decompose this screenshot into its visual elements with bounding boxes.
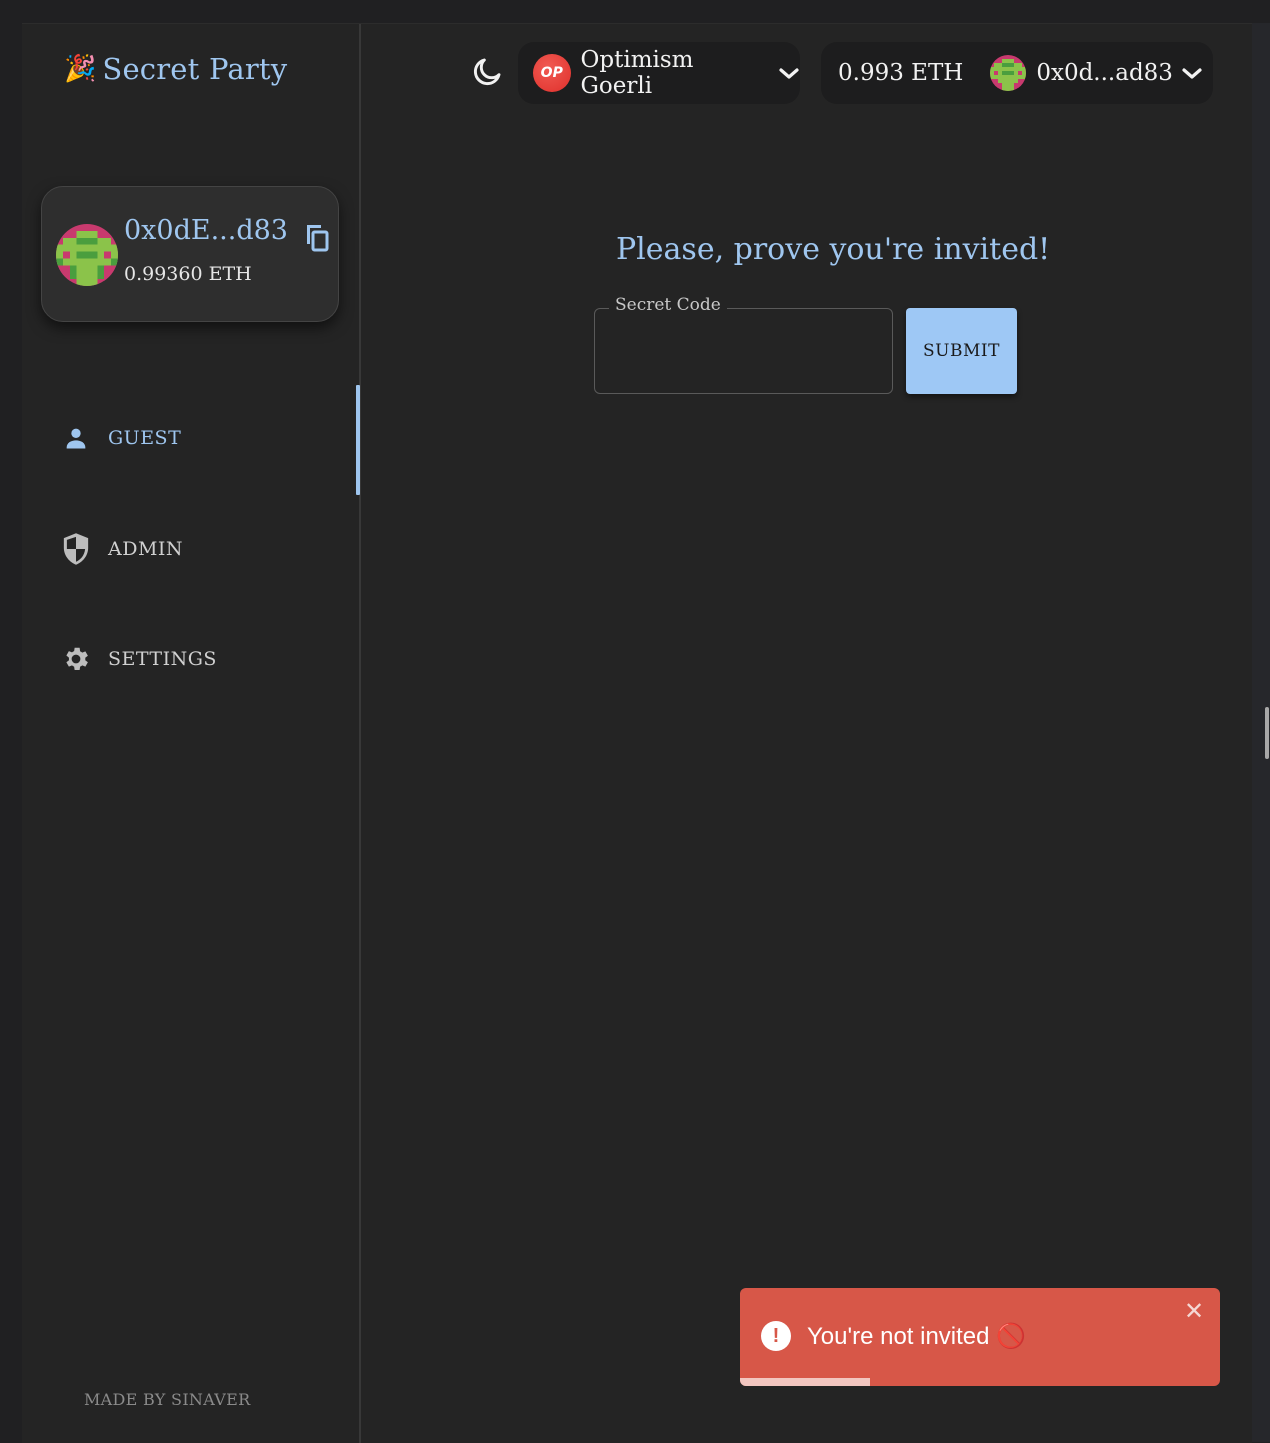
sidebar-item-label: ADMIN [108, 538, 184, 560]
account-avatar [56, 224, 118, 286]
shield-icon [60, 533, 92, 565]
toast-message: You're not invited 🚫 [807, 1323, 1027, 1350]
page-scrollbar[interactable] [1252, 23, 1270, 1442]
moon-icon [471, 56, 503, 92]
account-balance: 0.99360 ETH [124, 263, 252, 285]
scrollbar-thumb[interactable] [1265, 707, 1269, 759]
active-nav-indicator [356, 385, 360, 495]
error-icon: ! [761, 1321, 791, 1351]
sidebar-item-label: GUEST [108, 427, 182, 449]
theme-toggle-button[interactable] [470, 57, 504, 91]
wallet-balance: 0.993 ETH [838, 60, 964, 86]
optimism-logo-icon: OP [533, 54, 571, 92]
chevron-down-icon [1181, 66, 1203, 80]
party-popper-icon: 🎉 [64, 54, 97, 84]
account-address: 0x0dE...d83 [124, 215, 288, 246]
submit-button[interactable]: SUBMIT [906, 308, 1017, 394]
account-card: 0x0dE...d83 0.99360 ETH [41, 186, 339, 322]
toast-progress-track [740, 1378, 1220, 1386]
sidebar-item-guest[interactable]: GUEST [60, 422, 181, 454]
page-heading: Please, prove you're invited! [616, 232, 1051, 267]
wallet-avatar [990, 55, 1027, 91]
app-title: Secret Party [102, 52, 288, 86]
error-toast: ! You're not invited 🚫 ✕ [740, 1288, 1220, 1386]
footer-credit: MADE BY SINAVER [84, 1390, 251, 1409]
secret-code-input[interactable] [595, 309, 892, 393]
person-icon [60, 422, 92, 454]
wallet-address: 0x0d...ad83 [1036, 60, 1173, 86]
gear-icon [60, 643, 92, 675]
app-window: 🎉 Secret Party 0x0dE...d83 0.99360 ETH G… [22, 23, 1252, 1443]
secret-code-field: Secret Code [594, 295, 893, 394]
wallet-account-button[interactable]: 0.993 ETH 0x0d...ad83 [821, 42, 1213, 104]
sidebar-item-settings[interactable]: SETTINGS [60, 643, 217, 675]
sidebar: 🎉 Secret Party 0x0dE...d83 0.99360 ETH G… [22, 24, 361, 1443]
sidebar-item-admin[interactable]: ADMIN [60, 533, 183, 565]
close-icon[interactable]: ✕ [1184, 1300, 1204, 1324]
network-name: Optimism Goerli [580, 47, 694, 99]
toast-progress-fill [740, 1378, 870, 1386]
logo[interactable]: 🎉 Secret Party [64, 52, 287, 86]
chevron-down-icon [778, 66, 800, 80]
copy-icon[interactable] [304, 223, 330, 253]
network-selector[interactable]: OP Optimism Goerli [518, 42, 800, 104]
sidebar-item-label: SETTINGS [108, 648, 217, 670]
